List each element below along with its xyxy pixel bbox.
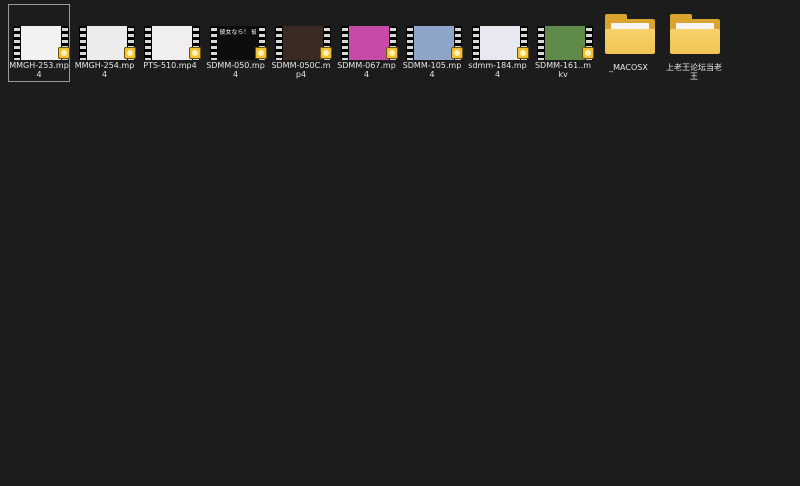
video-player-badge-icon xyxy=(254,47,267,59)
file-item[interactable]: sdmm-184.mp4 xyxy=(467,4,529,82)
video-player-badge-icon xyxy=(58,47,70,59)
video-player-badge-icon xyxy=(189,47,201,59)
folder-icon xyxy=(670,14,720,56)
folder-name: _MACOSX xyxy=(609,63,648,72)
video-thumbnail xyxy=(21,26,61,60)
video-thumbnail xyxy=(283,26,323,60)
file-name: SDMM-050C.mp4 xyxy=(271,61,331,79)
folder-item[interactable]: _MACOSX xyxy=(598,4,660,82)
video-player-badge-icon xyxy=(451,47,463,59)
video-thumbnail xyxy=(545,26,585,60)
file-item[interactable]: SDMM-161..mkv xyxy=(532,4,594,82)
file-item[interactable]: SDMM-105.mp4 xyxy=(401,4,463,82)
video-thumbnail xyxy=(479,26,520,60)
folder-name: 上老王论坛当老王 xyxy=(666,63,722,81)
file-name: SDMM-050.mp4 xyxy=(206,61,265,79)
file-name: SDMM-161..mkv xyxy=(534,61,592,79)
video-player-badge-icon xyxy=(385,47,398,59)
file-name: PTS-510.mp4 xyxy=(143,61,197,70)
video-player-badge-icon xyxy=(320,47,332,59)
file-item[interactable]: SDMM-067.mp4 xyxy=(336,4,398,82)
video-player-badge-icon xyxy=(516,47,529,59)
video-thumbnail xyxy=(86,26,127,60)
file-item[interactable]: MMGH-254.mp4 xyxy=(74,4,136,82)
file-name: SDMM-067.mp4 xyxy=(337,61,396,79)
file-item[interactable]: 彼女なら！ 彼氏のチンボ SDMM-050.mp4 xyxy=(205,4,267,82)
video-player-badge-icon xyxy=(582,47,594,59)
file-name: sdmm-184.mp4 xyxy=(468,61,527,79)
file-item[interactable]: SDMM-050C.mp4 xyxy=(270,4,332,82)
file-item[interactable]: PTS-510.mp4 xyxy=(139,4,201,82)
file-item[interactable]: MMGH-253.mp4 xyxy=(8,4,70,82)
folder-item[interactable]: 上老王论坛当老王 xyxy=(663,4,725,82)
video-thumbnail xyxy=(414,26,454,60)
file-name: MMGH-254.mp4 xyxy=(74,61,135,79)
video-player-badge-icon xyxy=(123,47,136,59)
file-name: SDMM-105.mp4 xyxy=(402,61,462,79)
video-thumbnail xyxy=(348,26,389,60)
file-grid: MMGH-253.mp4 MMGH-254.mp4 PTS-510.mp4 彼女… xyxy=(8,4,729,82)
video-thumbnail xyxy=(152,26,192,60)
video-thumbnail: 彼女なら！ 彼氏のチンボ xyxy=(217,26,258,60)
file-name: MMGH-253.mp4 xyxy=(9,61,69,79)
file-explorer-pane[interactable]: MMGH-253.mp4 MMGH-254.mp4 PTS-510.mp4 彼女… xyxy=(0,0,800,486)
folder-icon xyxy=(604,14,655,56)
thumbnail-caption: 彼女なら！ 彼氏のチンボ xyxy=(219,29,256,36)
